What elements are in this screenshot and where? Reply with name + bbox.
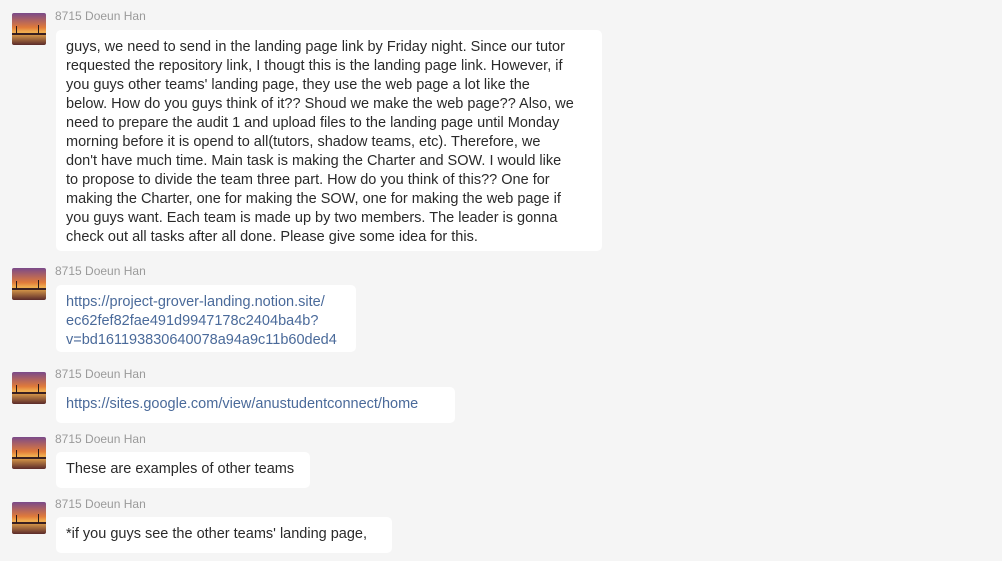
text-line: need to prepare the audit 1 and upload f… [66, 115, 560, 131]
sender-name: 8715 Doeun Han [55, 264, 146, 278]
message-bubble[interactable]: guys, we need to send in the landing pag… [56, 30, 602, 251]
avatar[interactable] [12, 268, 46, 300]
avatar[interactable] [12, 437, 46, 469]
sender-name: 8715 Doeun Han [55, 432, 146, 446]
sender-name: 8715 Doeun Han [55, 497, 146, 511]
avatar[interactable] [12, 372, 46, 404]
link-line[interactable]: v=bd161193830640078a94a9c11b60ded4 [66, 331, 346, 350]
text-line: making the Charter, one for making the S… [66, 191, 561, 207]
text-line: requested the repository link, I thougt … [66, 58, 563, 74]
text-line: don't have much time. Main task is makin… [66, 153, 562, 169]
text-line: below. How do you guys think of it?? Sho… [66, 96, 574, 112]
message-text: *if you guys see the other teams' landin… [66, 526, 368, 542]
link-line[interactable]: https://project-grover-landing.notion.si… [66, 293, 346, 312]
link-line[interactable]: https://sites.google.com/view/anustudent… [66, 395, 445, 414]
link-line[interactable]: ec62fef82fae491d9947178c2404ba4b? [66, 312, 346, 331]
message-text: These are examples of other teams [66, 461, 295, 477]
message-bubble[interactable]: *if you guys see the other teams' landin… [56, 517, 392, 553]
message-bubble[interactable]: These are examples of other teams [56, 452, 310, 488]
sender-name: 8715 Doeun Han [55, 367, 146, 381]
text-line: to propose to divide the team three part… [66, 172, 550, 188]
text-line: you guys want. Each team is made up by t… [66, 210, 558, 226]
chat-history: 8715 Doeun Han guys, we need to send in … [0, 0, 1002, 561]
text-line: you guys other teams' landing page, they… [66, 77, 530, 93]
message-text: guys, we need to send in the landing pag… [66, 38, 592, 247]
avatar[interactable] [12, 502, 46, 534]
avatar[interactable] [12, 13, 46, 45]
text-line: check out all tasks after all done. Plea… [66, 229, 478, 245]
text-line: guys, we need to send in the landing pag… [66, 39, 565, 55]
text-line: morning before it is opend to all(tutors… [66, 134, 541, 150]
message-bubble[interactable]: https://project-grover-landing.notion.si… [56, 285, 356, 352]
message-bubble[interactable]: https://sites.google.com/view/anustudent… [56, 387, 455, 423]
sender-name: 8715 Doeun Han [55, 9, 146, 23]
